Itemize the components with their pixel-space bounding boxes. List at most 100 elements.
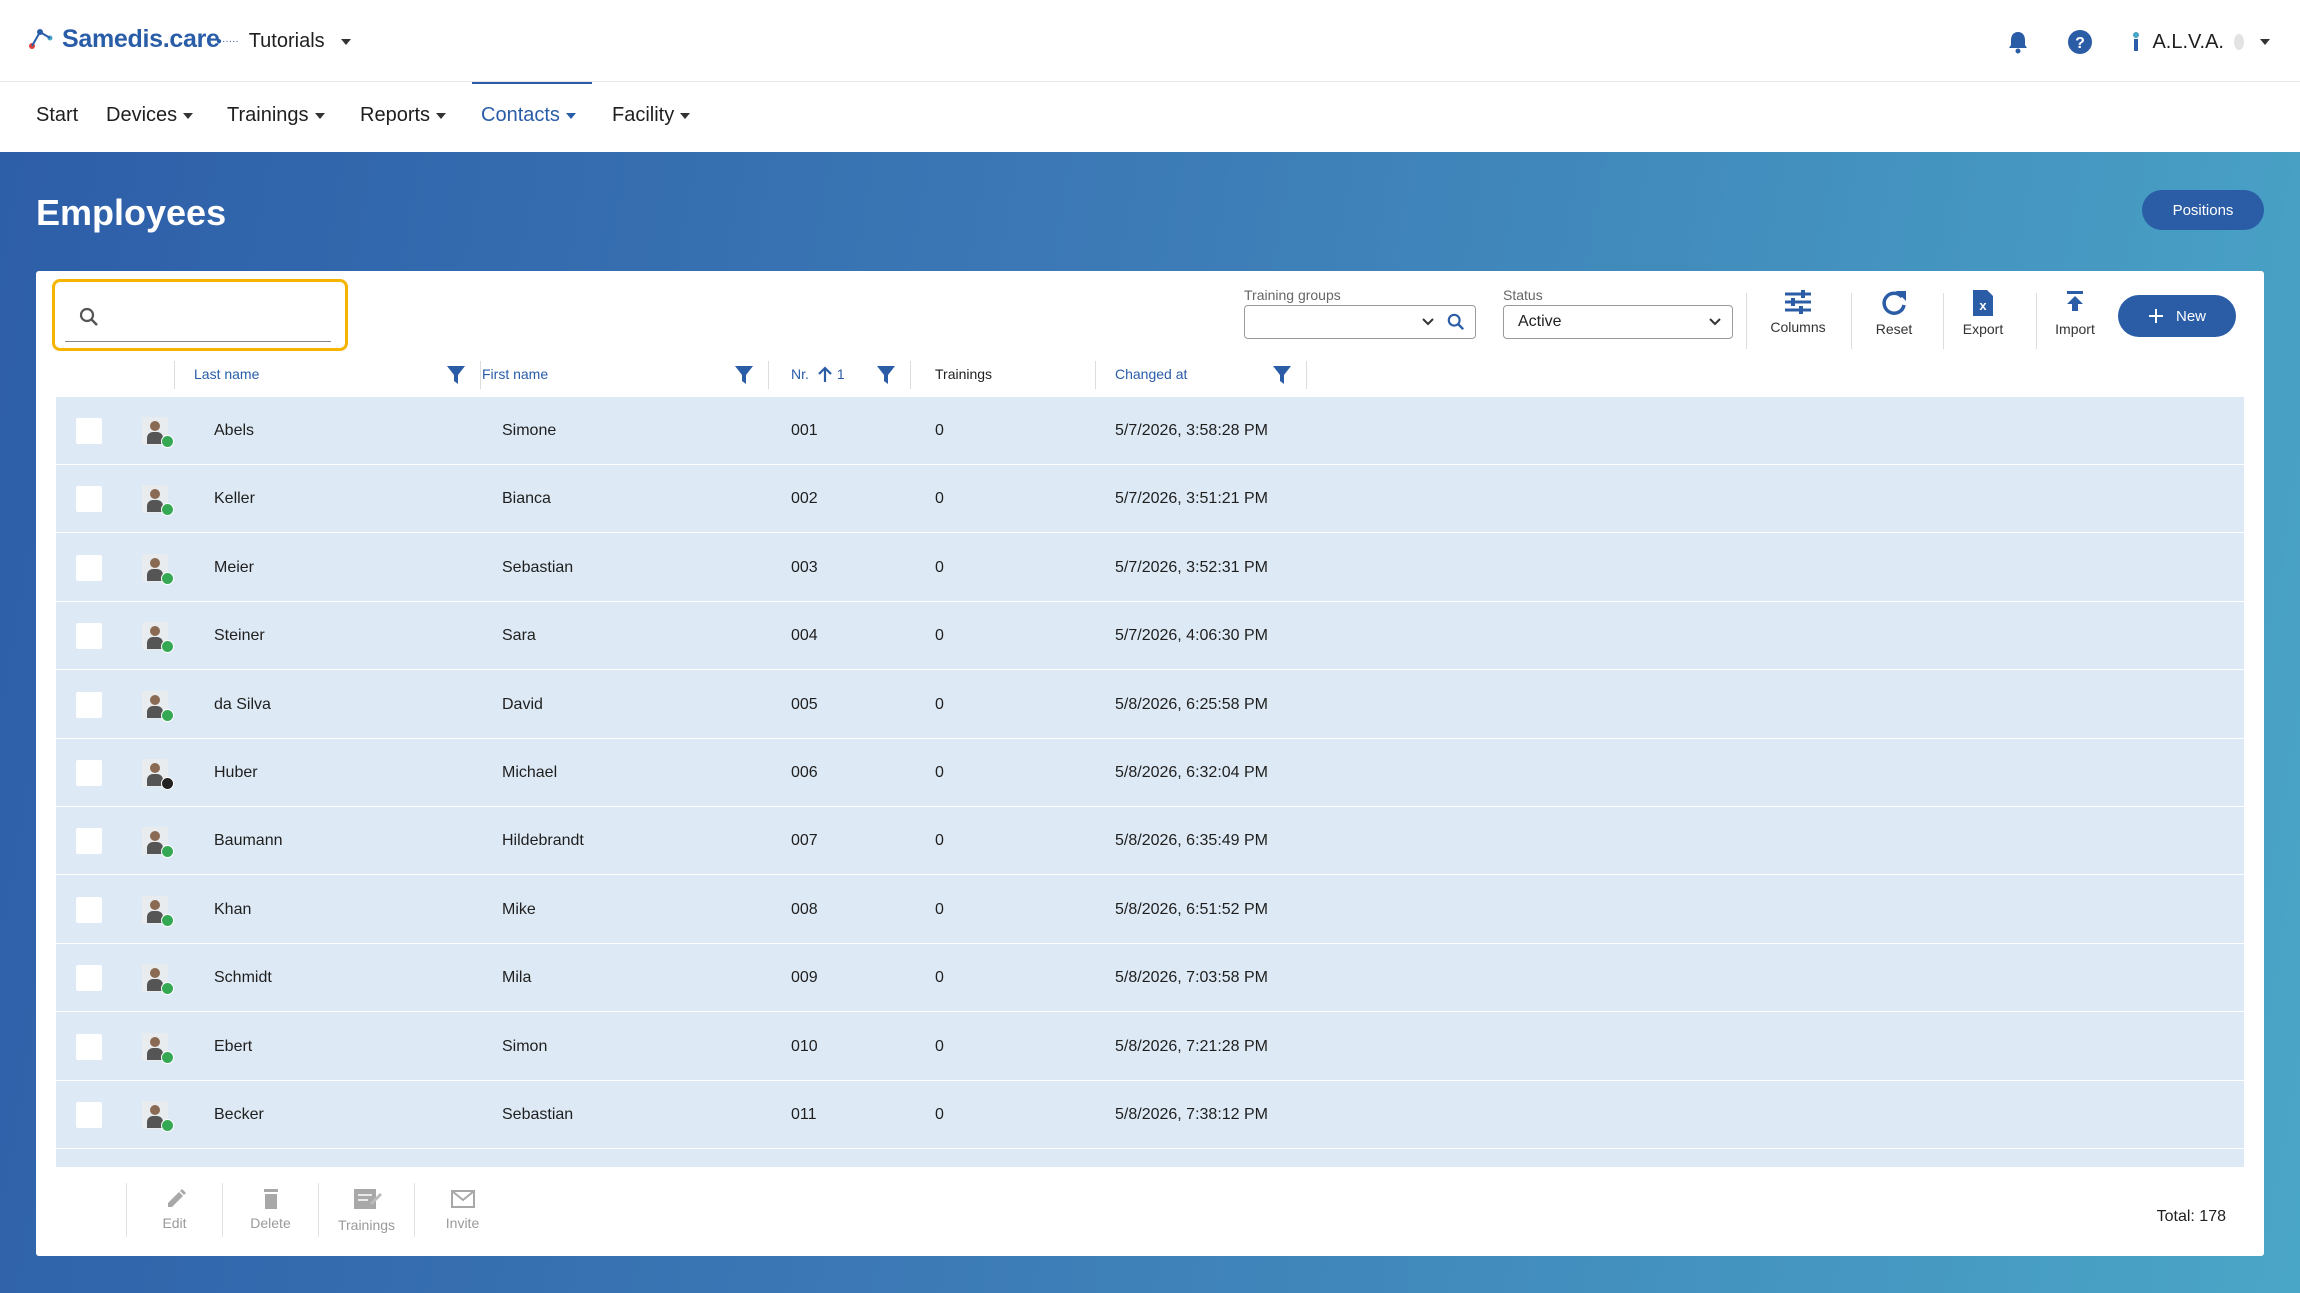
reset-button[interactable]: Reset bbox=[1854, 289, 1934, 337]
active-tab-indicator bbox=[472, 82, 592, 84]
row-checkbox[interactable] bbox=[76, 896, 102, 923]
row-checkbox[interactable] bbox=[76, 828, 102, 855]
cell-first-name: Simone bbox=[502, 422, 557, 439]
cell-last-name: Khan bbox=[214, 900, 252, 918]
columns-tune-icon bbox=[1785, 290, 1811, 314]
cell-last-name: da Silva bbox=[214, 695, 271, 713]
new-button[interactable]: New bbox=[2118, 295, 2236, 337]
plus-icon bbox=[2148, 309, 2163, 323]
table-row[interactable]: Keller Bianca 002 0 5/7/2026, 3:51:21 PM bbox=[56, 465, 2244, 534]
row-checkbox[interactable] bbox=[76, 623, 102, 650]
table-row[interactable]: Meier Sebastian 003 0 5/7/2026, 3:52:31 PM bbox=[56, 534, 2244, 602]
columns-button[interactable]: Columns bbox=[1758, 289, 1838, 335]
column-changed-at[interactable]: Changed at bbox=[1115, 353, 1187, 395]
filter-icon[interactable] bbox=[446, 365, 466, 385]
status-select[interactable]: Active bbox=[1503, 305, 1733, 339]
export-button[interactable]: x Export bbox=[1943, 289, 2023, 337]
table-row[interactable]: Khan Mike 008 0 5/8/2026, 6:51:52 PM bbox=[56, 876, 2244, 944]
nav-contacts[interactable]: Contacts bbox=[481, 104, 576, 127]
invite-label: Invite bbox=[445, 1215, 480, 1231]
nav-trainings[interactable]: Trainings bbox=[227, 104, 325, 127]
column-divider bbox=[174, 361, 175, 389]
table-row[interactable]: Steiner Sara 004 0 5/7/2026, 4:06:30 PM bbox=[56, 602, 2244, 671]
table-row[interactable]: Baumann Hildebrandt 007 0 5/8/2026, 6:35:49 … bbox=[56, 807, 2244, 876]
table-row[interactable]: Ebert Simon 010 0 5/8/2026, 7:21:28 PM bbox=[56, 1013, 2244, 1081]
edit-button[interactable]: Edit bbox=[126, 1183, 222, 1237]
toolbar-divider bbox=[1746, 293, 1747, 349]
cell-changed-at: 5/8/2026, 6:32:04 PM bbox=[1115, 764, 1268, 781]
avatar bbox=[142, 759, 174, 790]
row-checkbox[interactable] bbox=[76, 965, 102, 992]
filter-icon[interactable] bbox=[734, 365, 754, 385]
notifications-bell-icon[interactable] bbox=[2004, 28, 2032, 56]
nav-devices[interactable]: Devices bbox=[106, 104, 194, 127]
avatar-icon bbox=[2234, 34, 2244, 50]
avatar bbox=[142, 1101, 174, 1132]
cell-trainings: 0 bbox=[935, 490, 944, 508]
column-divider bbox=[480, 361, 481, 389]
positions-button[interactable]: Positions bbox=[2142, 190, 2264, 230]
nav-facility[interactable]: Facility bbox=[612, 104, 691, 127]
nav-reports[interactable]: Reports bbox=[360, 104, 447, 127]
row-checkbox[interactable] bbox=[76, 1033, 102, 1060]
status-dot bbox=[161, 845, 174, 859]
chevron-down-icon bbox=[340, 38, 351, 45]
tenant-name: Tutorials bbox=[248, 30, 325, 52]
cell-nr: 003 bbox=[791, 558, 818, 576]
invite-button[interactable]: Invite bbox=[414, 1183, 510, 1237]
tenant-selector[interactable]: ●····· Tutorials bbox=[216, 30, 351, 53]
cell-nr: 006 bbox=[791, 764, 818, 781]
filter-icon[interactable] bbox=[1272, 365, 1292, 385]
table-row[interactable]: Huber Michael 006 0 5/8/2026, 6:32:04 PM bbox=[56, 739, 2244, 807]
column-first-name[interactable]: First name bbox=[482, 353, 548, 395]
cell-changed-at: 5/8/2026, 7:21:28 PM bbox=[1115, 1037, 1268, 1055]
row-checkbox[interactable] bbox=[76, 1102, 102, 1128]
avatar bbox=[142, 895, 174, 927]
cell-trainings: 0 bbox=[935, 627, 944, 645]
status-dot bbox=[161, 913, 174, 927]
training-groups-select[interactable] bbox=[1244, 305, 1476, 339]
delete-button[interactable]: Delete bbox=[222, 1183, 318, 1237]
chevron-down-icon bbox=[1709, 318, 1721, 326]
brand-logo[interactable]: Samedis.care bbox=[26, 24, 220, 54]
row-checkbox[interactable] bbox=[76, 691, 102, 718]
column-divider bbox=[1306, 361, 1307, 389]
cell-nr: 002 bbox=[791, 490, 818, 508]
row-checkbox[interactable] bbox=[76, 554, 102, 581]
chevron-down-icon bbox=[1422, 318, 1434, 326]
user-menu[interactable]: A.L.V.A. bbox=[2128, 30, 2270, 54]
row-checkbox[interactable] bbox=[76, 486, 102, 513]
cell-first-name: Sebastian bbox=[502, 558, 574, 576]
column-nr[interactable]: Nr. 1 bbox=[791, 353, 845, 395]
column-last-name[interactable]: Last name bbox=[194, 353, 259, 395]
svg-text:?: ? bbox=[2076, 35, 2086, 52]
training-groups-filter: Training groups bbox=[1244, 287, 1476, 339]
search-input[interactable] bbox=[113, 306, 323, 327]
table-row[interactable]: Becker Sebastian 011 0 5/8/2026, 7:38:12 PM bbox=[56, 1081, 2244, 1149]
cell-last-name: Becker bbox=[214, 1106, 264, 1123]
cell-nr: 007 bbox=[791, 832, 818, 850]
user-name: A.L.V.A. bbox=[2152, 30, 2224, 53]
nav-devices-label: Devices bbox=[106, 104, 178, 126]
search-icon[interactable] bbox=[1447, 313, 1465, 331]
table-row[interactable]: Abels Simone 001 0 5/7/2026, 3:58:28 PM bbox=[56, 397, 2244, 465]
cell-trainings: 0 bbox=[935, 969, 944, 987]
nav-trainings-label: Trainings bbox=[227, 104, 309, 126]
cell-nr: 001 bbox=[791, 422, 818, 439]
cell-first-name: Sebastian bbox=[502, 1106, 574, 1123]
row-checkbox[interactable] bbox=[76, 760, 102, 786]
nav-start[interactable]: Start bbox=[36, 104, 78, 127]
svg-text:x: x bbox=[1979, 298, 1987, 313]
chevron-down-icon bbox=[436, 112, 447, 119]
trainings-button[interactable]: Trainings bbox=[318, 1183, 414, 1237]
cell-first-name: Mila bbox=[502, 969, 532, 987]
import-button[interactable]: Import bbox=[2035, 289, 2115, 337]
trainings-label: Trainings bbox=[337, 1217, 396, 1233]
table-row[interactable]: Schmidt Mila 009 0 5/8/2026, 7:03:58 PM bbox=[56, 944, 2244, 1013]
cell-last-name: Steiner bbox=[214, 627, 265, 645]
column-trainings[interactable]: Trainings bbox=[935, 353, 992, 395]
filter-icon[interactable] bbox=[876, 365, 896, 385]
table-row[interactable]: da Silva David 005 0 5/8/2026, 6:25:58 PM bbox=[56, 671, 2244, 739]
row-checkbox[interactable] bbox=[76, 418, 102, 444]
help-icon[interactable]: ? bbox=[2066, 28, 2094, 56]
